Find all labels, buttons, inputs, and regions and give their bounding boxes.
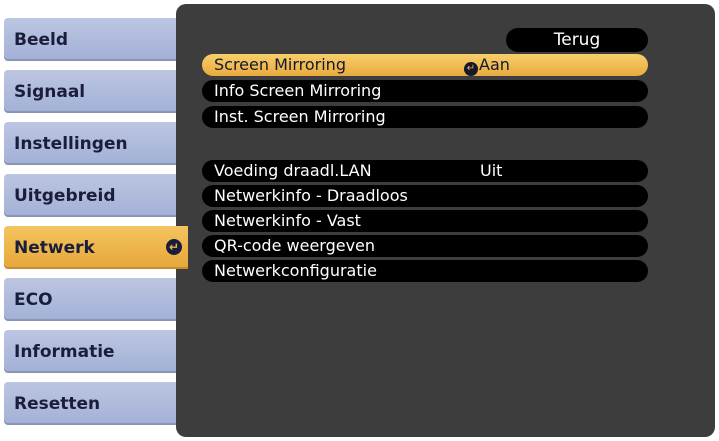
tab-informatie[interactable]: Informatie bbox=[4, 330, 180, 373]
menu-item-label: Netwerkconfiguratie bbox=[214, 261, 377, 280]
menu-item-value-text: Aan bbox=[479, 55, 510, 74]
tab-label: Informatie bbox=[14, 341, 115, 362]
tab-label: ECO bbox=[14, 289, 53, 310]
menu-item-info-screen-mirroring[interactable]: Info Screen Mirroring bbox=[202, 80, 648, 102]
menu-item-netwerkinfo-vast[interactable]: Netwerkinfo - Vast bbox=[202, 210, 648, 232]
menu-item-label: Info Screen Mirroring bbox=[214, 81, 382, 100]
menu-item-screen-mirroring[interactable]: Screen Mirroring ↵ Aan bbox=[202, 54, 648, 76]
network-menu-panel: Terug Screen Mirroring ↵ Aan Info Screen … bbox=[176, 4, 715, 437]
tab-label: Netwerk bbox=[14, 237, 95, 258]
menu-item-label: Inst. Screen Mirroring bbox=[214, 107, 386, 126]
tab-label: Beeld bbox=[14, 29, 69, 50]
menu-item-qr-code-weergeven[interactable]: QR-code weergeven bbox=[202, 235, 648, 257]
menu-item-label: Voeding draadl.LAN bbox=[214, 161, 372, 180]
tab-instellingen[interactable]: Instellingen bbox=[4, 122, 180, 165]
tab-netwerk[interactable]: Netwerk ↵ bbox=[4, 226, 188, 269]
tab-signaal[interactable]: Signaal bbox=[4, 70, 180, 113]
enter-icon: ↵ bbox=[464, 62, 478, 76]
menu-item-label: QR-code weergeven bbox=[214, 236, 376, 255]
tab-beeld[interactable]: Beeld bbox=[4, 18, 180, 61]
menu-item-netwerkconfiguratie[interactable]: Netwerkconfiguratie bbox=[202, 260, 648, 282]
tab-uitgebreid[interactable]: Uitgebreid bbox=[4, 174, 180, 217]
tab-eco[interactable]: ECO bbox=[4, 278, 180, 321]
menu-item-label: Netwerkinfo - Draadloos bbox=[214, 186, 408, 205]
menu-item-voeding-draadl-lan[interactable]: Voeding draadl.LAN Uit bbox=[202, 160, 648, 182]
menu-item-value: Uit bbox=[480, 161, 503, 180]
menu-item-label: Netwerkinfo - Vast bbox=[214, 211, 361, 230]
tab-label: Uitgebreid bbox=[14, 185, 116, 206]
tab-label: Signaal bbox=[14, 81, 86, 102]
tab-label: Instellingen bbox=[14, 133, 128, 154]
tab-label: Resetten bbox=[14, 393, 101, 414]
menu-item-value: ↵ Aan bbox=[464, 54, 510, 76]
menu-item-label: Screen Mirroring bbox=[214, 55, 346, 74]
menu-item-inst-screen-mirroring[interactable]: Inst. Screen Mirroring bbox=[202, 106, 648, 128]
enter-icon: ↵ bbox=[166, 239, 182, 255]
tab-resetten[interactable]: Resetten bbox=[4, 382, 180, 425]
menu-sidebar: Beeld Signaal Instellingen Uitgebreid Ne… bbox=[0, 0, 188, 441]
back-button[interactable]: Terug bbox=[506, 28, 648, 52]
menu-item-netwerkinfo-draadloos[interactable]: Netwerkinfo - Draadloos bbox=[202, 185, 648, 207]
